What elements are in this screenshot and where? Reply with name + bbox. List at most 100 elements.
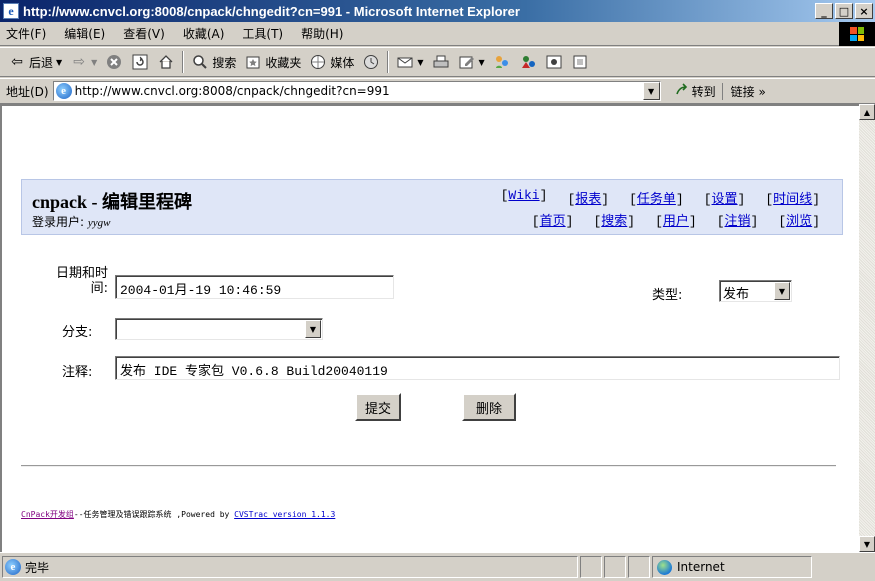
comment-input[interactable]: 发布 IDE 专家包 V0.6.8 Build20040119 <box>115 356 840 380</box>
back-button[interactable]: ⇦ 后退 ▼ <box>4 50 66 74</box>
favorites-label: 收藏夹 <box>265 55 302 70</box>
login-info: 登录用户: yygw <box>32 213 110 230</box>
branch-select[interactable]: ▼ <box>115 318 323 340</box>
delete-button[interactable]: 删除 <box>462 393 516 421</box>
datetime-input[interactable]: 2004-01月-19 10:46:59 <box>115 275 394 299</box>
footer-version-link[interactable]: CVSTrac version 1.1.3 <box>234 510 335 519</box>
vertical-scrollbar[interactable]: ▲ ▼ <box>859 104 875 552</box>
type-dropdown-icon[interactable]: ▼ <box>774 282 790 300</box>
search-label: 搜索 <box>212 55 237 70</box>
mail-button[interactable]: ▼ <box>392 50 427 74</box>
address-url[interactable]: http://www.cnvcl.org:8008/cnpack/chngedi… <box>75 84 390 98</box>
search-icon <box>191 53 209 71</box>
datetime-label: 日期和时 间: <box>24 266 108 296</box>
mail-dropdown-icon[interactable]: ▼ <box>417 58 423 67</box>
status-text: 完毕 <box>25 560 50 575</box>
footer-text: --任务管理及错误跟踪系统 ,Powered by <box>73 510 235 519</box>
page-title: cnpack - 编辑里程碑 <box>32 192 193 212</box>
page-header: cnpack - 编辑里程碑 登录用户: yygw [Wiki] [报表] [任… <box>21 179 843 235</box>
print-icon <box>432 53 450 71</box>
history-button[interactable] <box>358 50 384 74</box>
nav-item-wiki[interactable]: [Wiki] <box>501 188 548 207</box>
menu-edit[interactable]: 编辑(E) <box>55 25 114 42</box>
windows-logo-icon <box>839 22 875 46</box>
go-button[interactable]: 转到 <box>669 82 723 100</box>
menu-help[interactable]: 帮助(H) <box>292 25 352 42</box>
footer-team-link[interactable]: CnPack开发组 <box>21 510 74 519</box>
menu-favorites[interactable]: 收藏(A) <box>174 25 234 42</box>
nav-row-top: [Wiki] [报表] [任务单] [设置] [时间线] <box>501 188 820 207</box>
divider-line <box>21 465 836 467</box>
nav-link-settings[interactable]: 设置 <box>712 192 738 207</box>
nav-row-bottom: [首页] [搜索] [用户] [注销] [浏览] <box>532 210 820 229</box>
menu-tools[interactable]: 工具(T) <box>233 25 292 42</box>
address-bar: 地址(D) e http://www.cnvcl.org:8008/cnpack… <box>0 78 875 104</box>
menu-view[interactable]: 查看(V) <box>114 25 174 42</box>
media-button[interactable]: 媒体 <box>305 50 358 74</box>
menu-bar: 文件(F) 编辑(E) 查看(V) 收藏(A) 工具(T) 帮助(H) <box>0 22 875 46</box>
search-button[interactable]: 搜索 <box>187 50 240 74</box>
close-button[interactable]: × <box>855 3 873 19</box>
minimize-button[interactable]: _ <box>815 3 833 19</box>
edit-dropdown-icon[interactable]: ▼ <box>479 58 485 67</box>
messenger-button[interactable] <box>515 50 541 74</box>
address-label: 地址(D) <box>6 84 49 99</box>
nav-item-logout[interactable]: [注销] <box>717 210 759 229</box>
history-icon <box>362 53 380 71</box>
window-title: http://www.cnvcl.org:8008/cnpack/chngedi… <box>23 3 520 19</box>
scroll-up-icon[interactable]: ▲ <box>859 104 875 120</box>
status-message: e 完毕 <box>2 556 578 578</box>
nav-item-settings[interactable]: [设置] <box>704 188 746 207</box>
menu-file[interactable]: 文件(F) <box>0 25 55 42</box>
nav-link-tickets[interactable]: 任务单 <box>637 192 676 207</box>
login-label: 登录用户: <box>32 215 85 229</box>
status-extra-cell <box>628 556 650 578</box>
forward-arrow-icon: ⇨ <box>73 54 86 70</box>
discuss-icon <box>493 53 511 71</box>
back-dropdown-icon[interactable]: ▼ <box>56 58 62 67</box>
nav-link-reports[interactable]: 报表 <box>575 192 601 207</box>
media-icon <box>309 53 327 71</box>
nav-item-home[interactable]: [首页] <box>532 210 574 229</box>
nav-link-wiki[interactable]: Wiki <box>508 188 539 203</box>
branch-dropdown-icon[interactable]: ▼ <box>305 320 321 338</box>
nav-link-users[interactable]: 用户 <box>663 214 689 229</box>
address-dropdown-icon[interactable]: ▼ <box>642 82 660 100</box>
status-progress-cell <box>580 556 602 578</box>
nav-link-logout[interactable]: 注销 <box>725 214 751 229</box>
submit-button[interactable]: 提交 <box>355 393 401 421</box>
messenger-icon <box>519 53 537 71</box>
nav-item-browse[interactable]: [浏览] <box>778 210 820 229</box>
page-icon: e <box>55 83 72 99</box>
links-button[interactable]: 链接 » <box>723 83 766 100</box>
home-button[interactable] <box>153 50 179 74</box>
window-title-bar: e http://www.cnvcl.org:8008/cnpack/chnge… <box>0 0 875 22</box>
nav-item-search[interactable]: [搜索] <box>593 210 635 229</box>
favorites-button[interactable]: 收藏夹 <box>240 50 305 74</box>
address-input[interactable]: e http://www.cnvcl.org:8008/cnpack/chnge… <box>52 81 661 101</box>
nav-item-tickets[interactable]: [任务单] <box>629 188 684 207</box>
toolbar-separator <box>387 51 390 73</box>
related-button[interactable] <box>541 50 567 74</box>
stop-button[interactable] <box>101 50 127 74</box>
mail-icon <box>396 53 414 71</box>
nav-item-reports[interactable]: [报表] <box>567 188 609 207</box>
nav-link-browse[interactable]: 浏览 <box>786 214 812 229</box>
maximize-button[interactable]: □ <box>835 3 853 19</box>
nav-link-timeline[interactable]: 时间线 <box>773 192 812 207</box>
tools-button[interactable] <box>567 50 593 74</box>
comment-label: 注释: <box>62 365 93 380</box>
refresh-button[interactable] <box>127 50 153 74</box>
discuss-button[interactable] <box>489 50 515 74</box>
nav-item-timeline[interactable]: [时间线] <box>765 188 820 207</box>
nav-link-search[interactable]: 搜索 <box>601 214 627 229</box>
edit-button[interactable]: ▼ <box>454 50 489 74</box>
nav-item-users[interactable]: [用户] <box>655 210 697 229</box>
forward-button[interactable]: ⇨ ▼ <box>66 50 101 74</box>
nav-link-home[interactable]: 首页 <box>540 214 566 229</box>
status-lock-cell <box>604 556 626 578</box>
print-button[interactable] <box>428 50 454 74</box>
scroll-down-icon[interactable]: ▼ <box>859 536 875 552</box>
type-select[interactable]: 发布 ▼ <box>719 280 792 302</box>
stop-icon <box>105 53 123 71</box>
